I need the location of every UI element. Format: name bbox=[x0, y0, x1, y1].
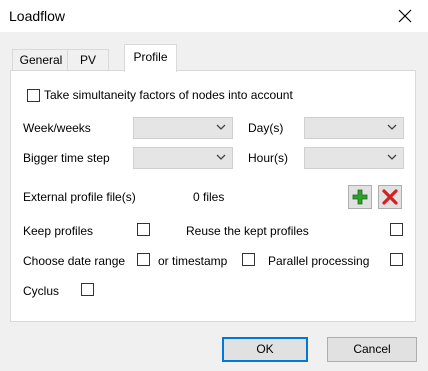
date-range-checkbox[interactable] bbox=[137, 253, 150, 266]
tab-pv[interactable]: PV bbox=[67, 49, 109, 70]
title-bar: Loadflow bbox=[0, 0, 428, 32]
keep-profiles-label: Keep profiles bbox=[23, 224, 94, 238]
external-profile-label: External profile file(s) bbox=[23, 190, 136, 204]
week-label: Week/weeks bbox=[23, 121, 91, 135]
close-icon bbox=[398, 9, 412, 23]
tab-profile[interactable]: Profile bbox=[124, 44, 177, 72]
plus-icon bbox=[352, 189, 368, 205]
delete-x-icon bbox=[382, 189, 398, 205]
window-title: Loadflow bbox=[9, 8, 66, 24]
hour-select[interactable] bbox=[304, 147, 404, 169]
close-button[interactable] bbox=[382, 0, 428, 32]
day-label: Day(s) bbox=[248, 121, 284, 135]
reuse-profiles-label: Reuse the kept profiles bbox=[186, 224, 309, 238]
day-select[interactable] bbox=[304, 117, 404, 139]
chevron-down-icon bbox=[216, 154, 226, 160]
add-profile-button[interactable] bbox=[348, 185, 372, 209]
files-count: 0 files bbox=[193, 190, 225, 204]
keep-profiles-checkbox[interactable] bbox=[137, 223, 150, 236]
cyclus-checkbox[interactable] bbox=[81, 283, 94, 296]
parallel-processing-label: Parallel processing bbox=[268, 254, 370, 268]
date-range-label: Choose date range bbox=[23, 254, 126, 268]
chevron-down-icon bbox=[387, 124, 397, 130]
ok-button[interactable]: OK bbox=[222, 337, 308, 362]
bigger-time-step-label: Bigger time step bbox=[23, 151, 110, 165]
bigger-time-step-select[interactable] bbox=[133, 147, 233, 169]
simultaneity-checkbox[interactable] bbox=[27, 89, 40, 102]
cancel-button[interactable]: Cancel bbox=[327, 337, 417, 362]
cyclus-label: Cyclus bbox=[23, 284, 60, 298]
timestamp-checkbox[interactable] bbox=[242, 253, 255, 266]
reuse-profiles-checkbox[interactable] bbox=[390, 223, 403, 236]
simultaneity-label: Take simultaneity factors of nodes into … bbox=[44, 88, 293, 102]
tab-general[interactable]: General bbox=[12, 49, 70, 70]
chevron-down-icon bbox=[387, 154, 397, 160]
parallel-processing-checkbox[interactable] bbox=[390, 253, 403, 266]
remove-profile-button[interactable] bbox=[378, 185, 402, 209]
week-select[interactable] bbox=[133, 117, 233, 139]
hour-label: Hour(s) bbox=[248, 151, 289, 165]
chevron-down-icon bbox=[216, 124, 226, 130]
timestamp-label: or timestamp bbox=[158, 254, 228, 268]
